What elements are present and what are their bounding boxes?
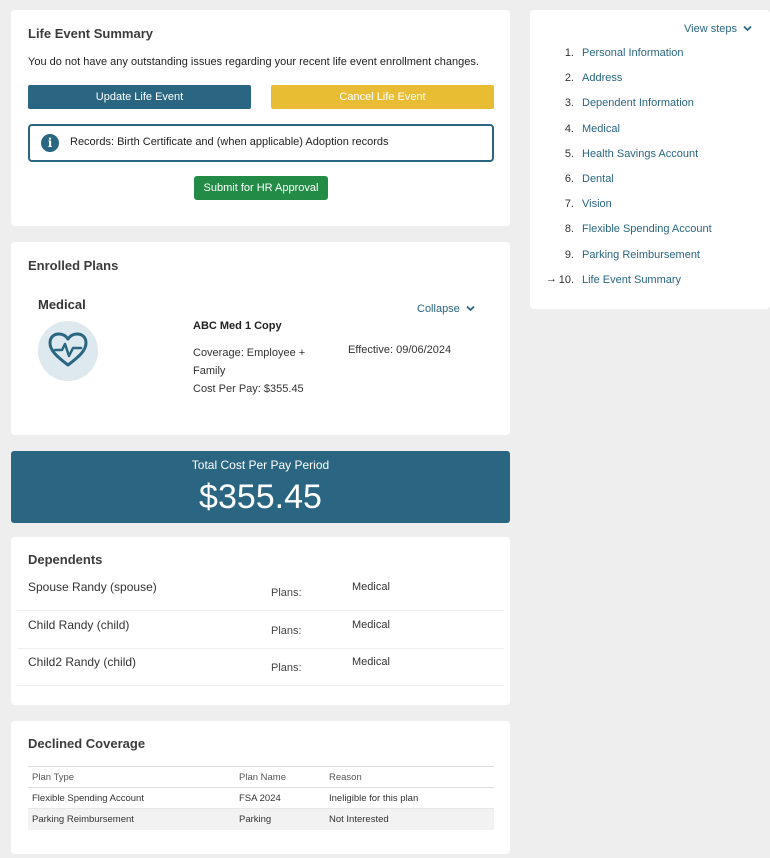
records-info-text: Records: Birth Certificate and (when app… — [70, 136, 389, 148]
cell-plan-type: Flexible Spending Account — [28, 787, 235, 809]
plan-coverage: Coverage: Employee + Family — [193, 347, 306, 377]
step-label: Medical — [582, 122, 620, 135]
step-item[interactable]: 1. Personal Information — [530, 47, 770, 65]
enrolled-plans-title: Enrolled Plans — [28, 258, 119, 273]
dependent-plans-value: Medical — [352, 619, 390, 631]
step-label: Dental — [582, 173, 614, 185]
step-number: 2. — [564, 72, 574, 85]
current-step-arrow-icon: → — [546, 272, 557, 285]
step-number: 3. — [564, 97, 574, 110]
dependent-name: Spouse Randy (spouse) — [28, 580, 157, 594]
step-label: Address — [582, 72, 623, 85]
column-header-reason: Reason — [325, 766, 494, 788]
step-number: 4. — [564, 122, 574, 135]
table-header-row: Plan Type Plan Name Reason — [28, 766, 494, 788]
step-label: Dependent Information — [582, 97, 694, 110]
update-life-event-button[interactable]: Update Life Event — [28, 85, 251, 109]
column-header-plan-type: Plan Type — [28, 766, 235, 788]
cell-plan-type: Parking Reimbursement — [28, 808, 235, 830]
step-item[interactable]: 7. Vision — [530, 198, 770, 216]
records-info-box: i Records: Birth Certificate and (when a… — [28, 124, 494, 162]
steps-card: View steps 1. Personal Information 2. Addre… — [530, 10, 770, 309]
info-icon: i — [41, 134, 59, 152]
step-item[interactable]: 6. Dental — [530, 173, 770, 191]
submit-hr-approval-button[interactable]: Submit for HR Approval — [194, 176, 328, 200]
step-item[interactable]: 4. Medical — [530, 123, 770, 141]
step-label: Personal Information — [582, 47, 684, 59]
view-steps-toggle[interactable]: View steps — [684, 23, 752, 35]
cell-reason: Ineligible for this plan — [325, 787, 494, 809]
chevron-down-icon — [466, 303, 475, 315]
step-label: Parking Reimbursement — [582, 248, 700, 261]
declined-coverage-title: Declined Coverage — [28, 736, 146, 751]
total-cost-label: Total Cost Per Pay Period — [191, 458, 330, 472]
life-event-status-message: You do not have any outstanding issues r… — [28, 56, 479, 68]
collapse-toggle[interactable]: Collapse — [417, 303, 475, 315]
collapse-label: Collapse — [417, 303, 460, 315]
step-number: 10. — [558, 273, 574, 286]
dependent-name: Child2 Randy (child) — [28, 655, 137, 669]
step-label: Flexible Spending Account — [582, 223, 712, 236]
dependent-row: Child2 Randy (child) Plans: Medical — [17, 648, 504, 686]
table-row: Flexible Spending Account FSA 2024 Ineli… — [28, 787, 494, 809]
cell-reason: Not Interested — [325, 808, 494, 830]
step-number: 6. — [564, 173, 574, 185]
dependent-plans-label: Plans: — [271, 587, 302, 599]
step-label: Health Savings Account — [582, 147, 699, 160]
declined-coverage-table: Plan Type Plan Name Reason Flexible Spen… — [28, 766, 494, 830]
dependent-row: Spouse Randy (spouse) Plans: Medical — [17, 573, 504, 611]
plan-name: ABC Med 1 Copy — [193, 320, 282, 332]
dependent-name: Child Randy (child) — [28, 618, 130, 632]
plan-type-heading: Medical — [38, 297, 86, 312]
dependent-plans-label: Plans: — [271, 662, 302, 674]
dependents-title: Dependents — [28, 552, 103, 567]
step-number: 8. — [564, 223, 574, 236]
step-item[interactable]: 5. Health Savings Account — [530, 148, 770, 166]
plan-effective-date: Effective: 09/06/2024 — [348, 344, 452, 356]
plan-cost-per-pay: Cost Per Pay: $355.45 — [193, 383, 304, 395]
total-cost-value: $355.45 — [199, 478, 322, 516]
declined-coverage-card: Declined Coverage Plan Type Plan Name Re… — [11, 721, 510, 854]
heart-pulse-icon — [38, 321, 98, 381]
step-label: Vision — [582, 198, 612, 211]
step-number: 1. — [564, 47, 574, 59]
column-header-plan-name: Plan Name — [235, 766, 325, 788]
step-label: Life Event Summary — [582, 273, 682, 286]
step-item[interactable]: 3. Dependent Information — [530, 97, 770, 115]
chevron-down-icon — [743, 23, 752, 35]
table-row: Parking Reimbursement Parking Not Intere… — [28, 808, 494, 830]
life-event-summary-card: Life Event Summary You do not have any o… — [11, 10, 510, 226]
step-item[interactable]: 2. Address — [530, 72, 770, 90]
dependents-card: Dependents Spouse Randy (spouse) Plans: … — [11, 537, 510, 705]
life-event-summary-title: Life Event Summary — [28, 26, 153, 41]
dependent-plans-value: Medical — [352, 656, 390, 668]
step-number: 9. — [564, 248, 574, 261]
step-item[interactable]: 9. Parking Reimbursement — [530, 249, 770, 267]
total-cost-banner: Total Cost Per Pay Period $355.45 — [11, 451, 510, 523]
dependent-plans-label: Plans: — [271, 625, 302, 637]
dependent-row: Child Randy (child) Plans: Medical — [17, 611, 504, 649]
step-item[interactable]: 8. Flexible Spending Account — [530, 223, 770, 241]
view-steps-label: View steps — [684, 23, 737, 35]
cell-plan-name: FSA 2024 — [235, 787, 325, 809]
dependent-plans-value: Medical — [352, 581, 390, 593]
cancel-life-event-button[interactable]: Cancel Life Event — [271, 85, 494, 109]
step-number: 5. — [564, 147, 574, 160]
enrolled-plans-card: Enrolled Plans Medical Collapse ABC Med … — [11, 242, 510, 435]
cell-plan-name: Parking — [235, 808, 325, 830]
step-number: 7. — [564, 198, 574, 211]
step-item[interactable]: → 10. Life Event Summary — [530, 272, 770, 292]
